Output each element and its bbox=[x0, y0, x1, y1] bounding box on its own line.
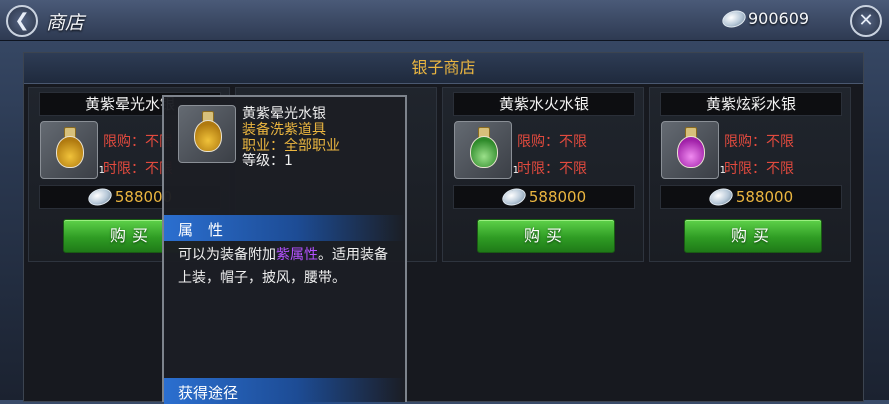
item-icon[interactable]: 1 bbox=[454, 121, 519, 179]
limit-buy: 限购：不限 bbox=[724, 131, 794, 151]
silver-ingot-icon bbox=[85, 185, 114, 209]
potion-bottle-icon bbox=[56, 136, 84, 168]
back-arrow-icon: ❮ bbox=[14, 10, 30, 31]
tooltip-item-type: 装备洗紫道具 bbox=[242, 122, 326, 138]
price-box: 588000 bbox=[660, 185, 842, 209]
silver-amount: 900609 bbox=[748, 9, 810, 28]
potion-bottle-icon bbox=[677, 136, 705, 168]
shop-title: 银子商店 bbox=[411, 58, 476, 77]
limit-time-value: 不限 bbox=[766, 161, 794, 177]
close-x-icon: ✕ bbox=[858, 10, 874, 31]
item-name: 黄紫水火水银 bbox=[453, 92, 635, 116]
shop-item-card[interactable]: 黄紫炫彩水银 1 限购：不限 时限：不限 588000 购买 bbox=[649, 87, 851, 262]
limit-time-label: 时限： bbox=[517, 161, 559, 177]
limit-buy-label: 限购： bbox=[724, 134, 766, 150]
page-title: 商店 bbox=[46, 12, 85, 34]
limit-time: 时限：不限 bbox=[724, 158, 794, 178]
shop-item-card[interactable]: 黄紫水火水银 1 限购：不限 时限：不限 588000 购买 bbox=[442, 87, 644, 262]
limit-time: 时限：不限 bbox=[517, 158, 587, 178]
desc-highlight: 紫属性 bbox=[276, 247, 318, 263]
limit-buy-value: 不限 bbox=[559, 134, 587, 150]
limit-time-label: 时限： bbox=[724, 161, 766, 177]
attributes-section-header: 属 性 bbox=[164, 215, 405, 241]
silver-ingot-icon bbox=[499, 185, 528, 209]
tooltip-item-name: 黄紫晕光水银 bbox=[242, 106, 326, 122]
tooltip-item-job: 职业：全部职业 bbox=[242, 138, 340, 154]
silver-balance: 900609 bbox=[720, 7, 810, 30]
potion-bottle-icon bbox=[470, 136, 498, 168]
limit-buy: 限购：不限 bbox=[517, 131, 587, 151]
top-bar: ❮ 商店 900609 ✕ bbox=[0, 0, 889, 41]
back-button[interactable]: ❮ bbox=[6, 5, 38, 37]
close-button[interactable]: ✕ bbox=[850, 5, 882, 37]
buy-button[interactable]: 购买 bbox=[477, 219, 615, 253]
buy-button[interactable]: 购买 bbox=[684, 219, 822, 253]
limit-time-value: 不限 bbox=[559, 161, 587, 177]
item-price: 588000 bbox=[528, 188, 587, 206]
limit-time-label: 时限： bbox=[103, 161, 145, 177]
item-icon[interactable]: 1 bbox=[40, 121, 105, 179]
shop-panel: 银子商店 黄紫晕光水银 1 限购：不限 时限：不限 588000 购买 黄紫水火… bbox=[23, 52, 864, 402]
item-name: 黄紫炫彩水银 bbox=[660, 92, 842, 116]
source-section-header: 获得途径 bbox=[164, 378, 405, 404]
silver-ingot-icon bbox=[720, 7, 748, 30]
item-price: 588000 bbox=[735, 188, 794, 206]
item-icon[interactable]: 1 bbox=[661, 121, 726, 179]
desc-text: 可以为装备附加 bbox=[178, 247, 276, 263]
limit-buy-label: 限购： bbox=[517, 134, 559, 150]
price-box: 588000 bbox=[453, 185, 635, 209]
limit-buy-label: 限购： bbox=[103, 134, 145, 150]
shop-panel-header: 银子商店 bbox=[24, 53, 863, 84]
tooltip-item-icon bbox=[178, 105, 236, 163]
potion-bottle-icon bbox=[194, 120, 222, 152]
attributes-header-label: 属 性 bbox=[178, 221, 224, 239]
tooltip-description: 可以为装备附加紫属性。适用装备上装，帽子，披风，腰带。 bbox=[178, 244, 396, 290]
tooltip-item-level: 等级：1 bbox=[242, 153, 293, 169]
item-tooltip: 黄紫晕光水银 装备洗紫道具 职业：全部职业 等级：1 属 性 可以为装备附加紫属… bbox=[162, 95, 407, 404]
silver-ingot-icon bbox=[706, 185, 735, 209]
limit-buy-value: 不限 bbox=[766, 134, 794, 150]
